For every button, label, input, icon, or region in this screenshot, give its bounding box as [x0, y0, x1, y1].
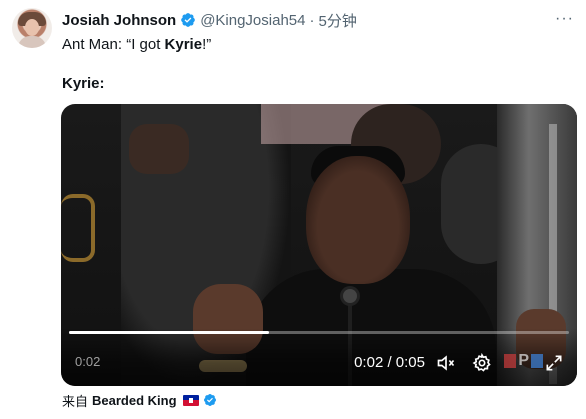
tweet-text-prefix: Ant Man: “I got: [62, 36, 165, 53]
tweet-timestamp[interactable]: 5分钟: [318, 10, 356, 31]
video-elapsed-overlay: 0:02: [75, 354, 101, 369]
header-separator: ·: [309, 11, 315, 29]
watermark-blue-box: [531, 353, 543, 368]
video-microphone: [343, 289, 357, 303]
source-verified-badge-icon[interactable]: [203, 393, 217, 407]
tweet-text-bold: Kyrie: [164, 36, 203, 53]
avatar-face: [25, 19, 39, 36]
source-name[interactable]: Bearded King: [92, 393, 177, 408]
video-progress-fill: [69, 331, 269, 334]
video-saxophone: [61, 194, 95, 262]
watermark-red-box: [504, 353, 517, 368]
tweet-text-line2: Kyrie:: [62, 75, 105, 92]
tweet-text-line1: Ant Man: “I got Kyrie!”: [62, 36, 211, 53]
verified-badge-icon[interactable]: [180, 12, 196, 28]
tweet-text-suffix: !”: [202, 36, 212, 53]
volume-mute-icon[interactable]: [435, 352, 457, 374]
video-progress-bar[interactable]: [69, 331, 569, 334]
fullscreen-icon[interactable]: [543, 352, 565, 374]
video-watermark: P: [504, 352, 543, 370]
flag-emblem: [188, 397, 193, 403]
watermark-letters: P: [518, 352, 529, 369]
video-singer-head: [306, 156, 410, 284]
source-prefix: 来自: [62, 393, 89, 409]
video-time-display: 0:02 / 0:05: [354, 354, 425, 371]
video-player[interactable]: 0:02 0:02 / 0:05 P: [61, 104, 577, 386]
author-handle[interactable]: @KingJosiah54: [200, 12, 305, 29]
settings-gear-icon[interactable]: [471, 352, 493, 374]
author-avatar[interactable]: [12, 8, 52, 48]
video-controls: 0:02 0:02 / 0:05 P: [61, 328, 577, 386]
more-icon[interactable]: ···: [555, 10, 574, 28]
video-source-attribution: 来自 Bearded King: [62, 391, 217, 409]
video-background-hand: [129, 124, 189, 174]
tweet-header: Josiah Johnson @KingJosiah54 · 5分钟: [62, 10, 357, 30]
avatar-shirt: [18, 36, 46, 48]
author-name[interactable]: Josiah Johnson: [62, 12, 176, 29]
haiti-flag-icon: [182, 394, 199, 406]
